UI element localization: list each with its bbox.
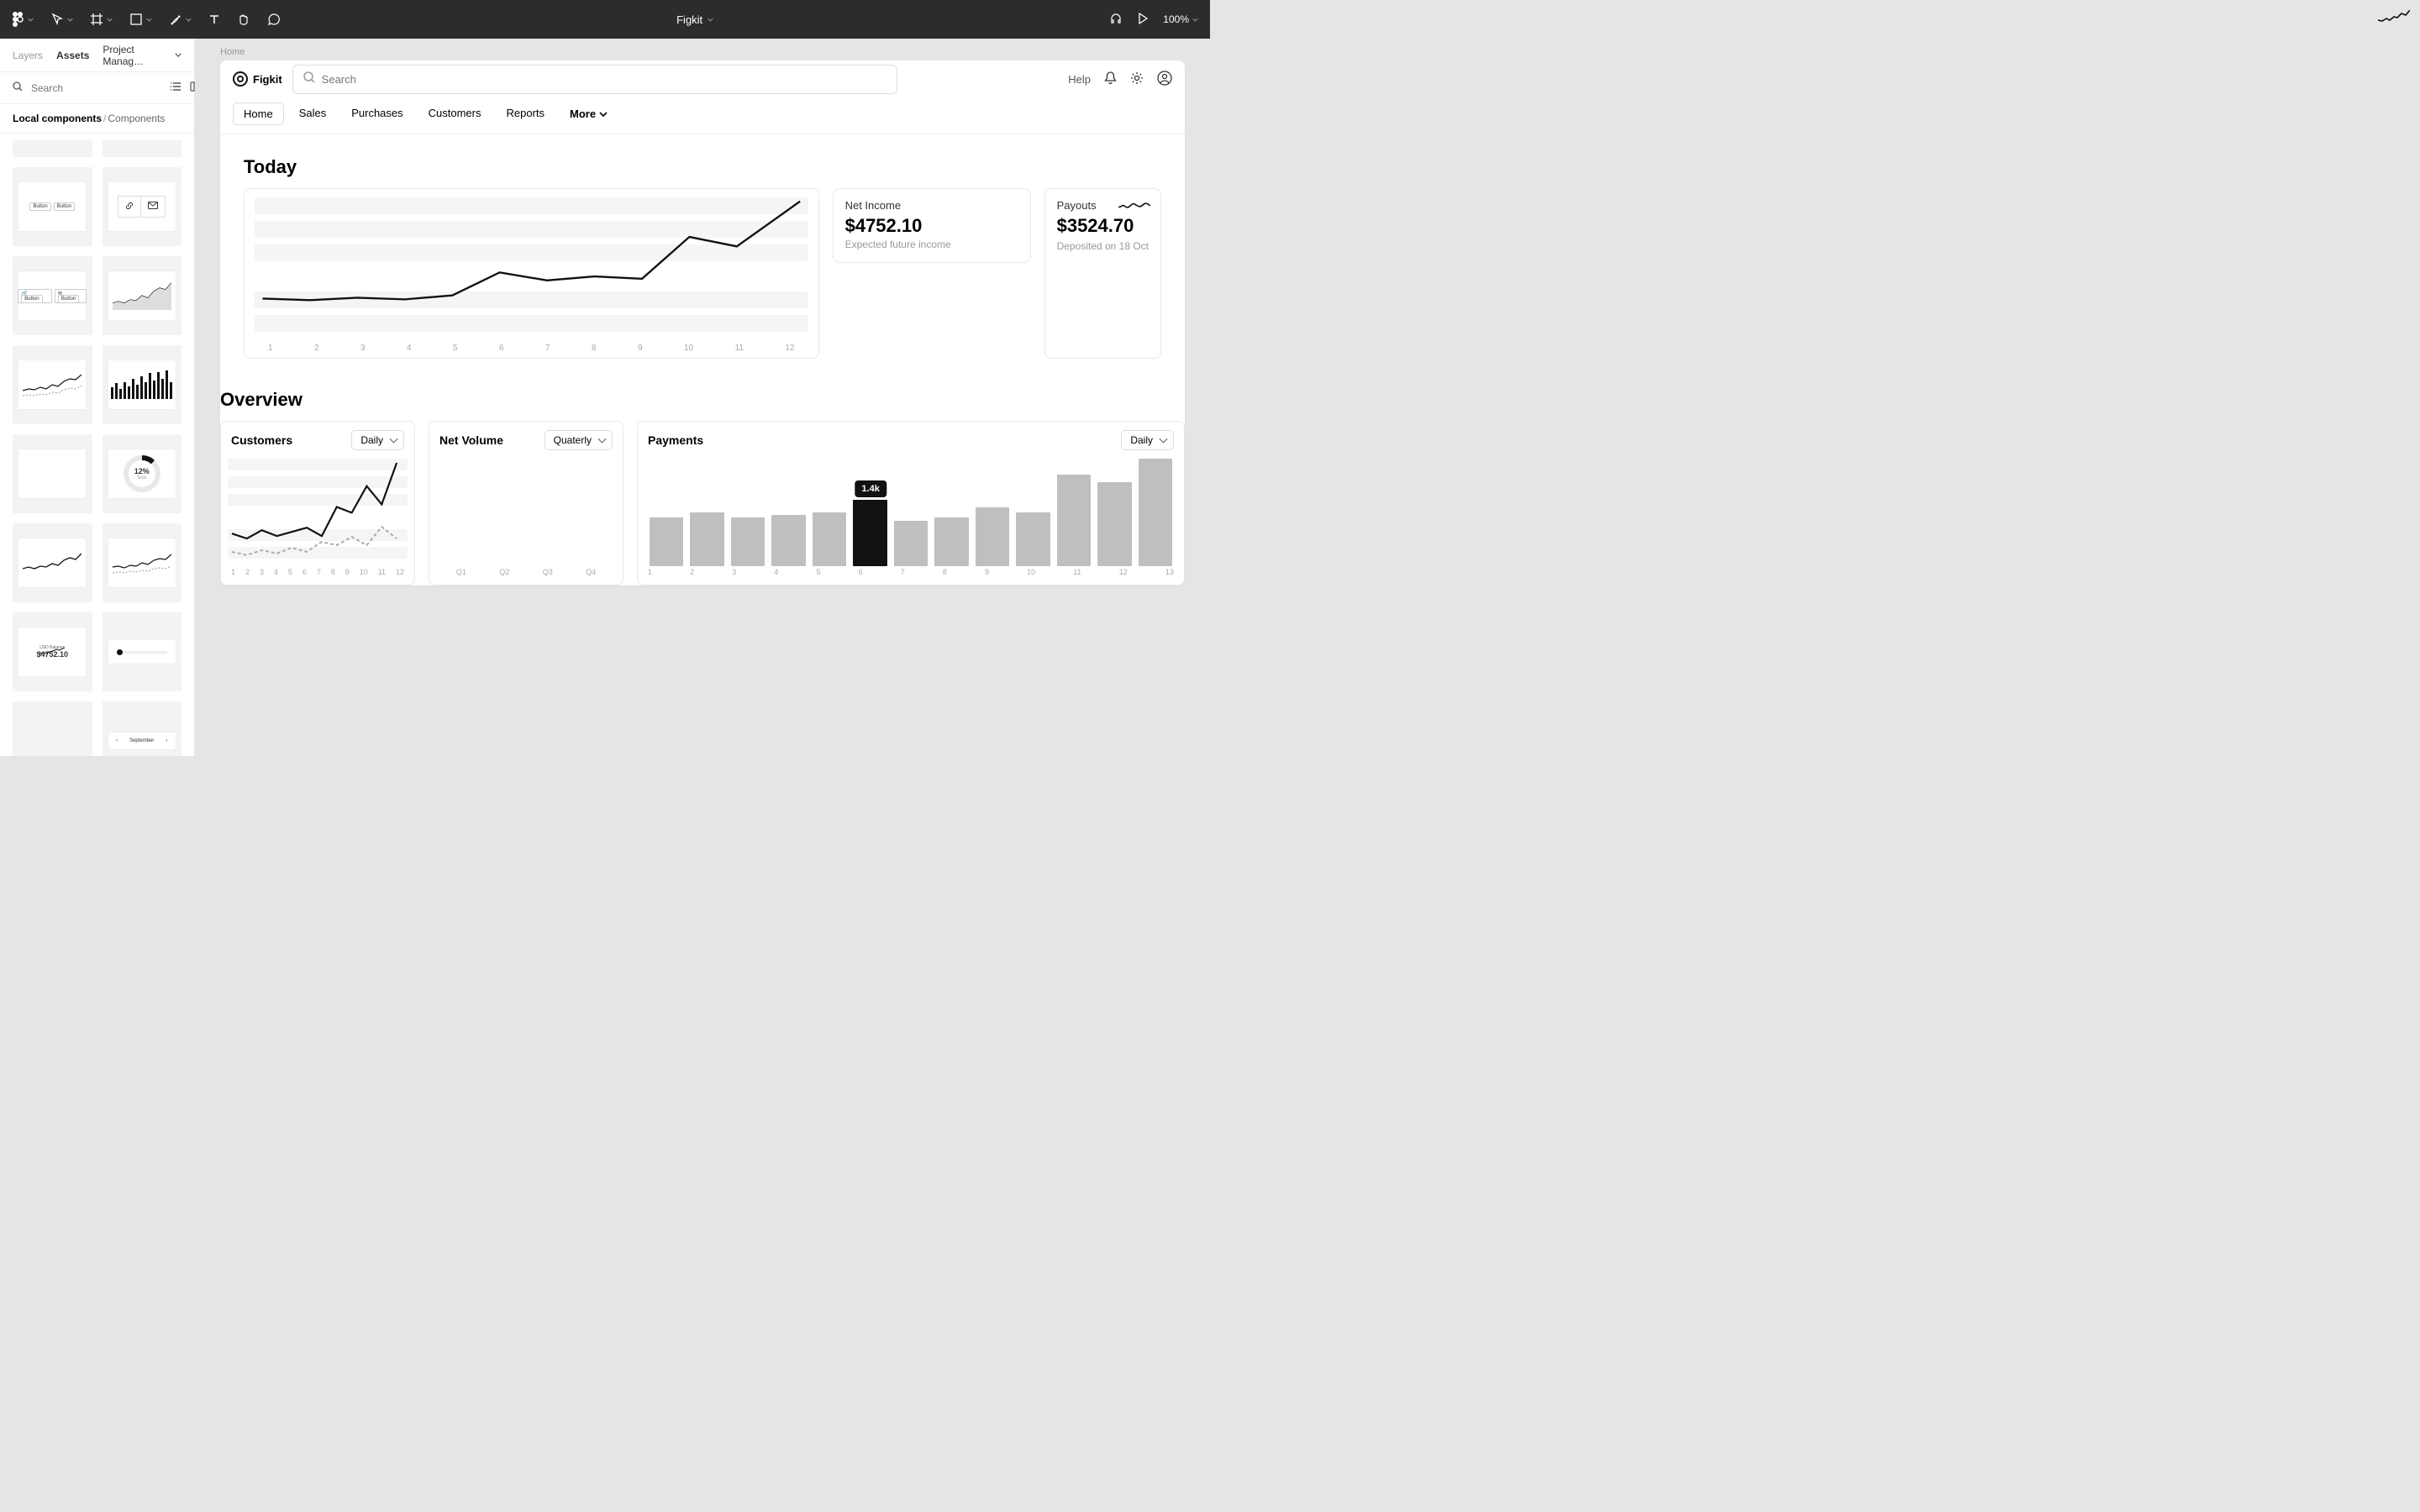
figma-menu[interactable] — [12, 11, 34, 28]
asset-card[interactable]: ButtonButton — [13, 167, 92, 246]
frame-tool[interactable] — [90, 13, 113, 26]
tab-assets[interactable]: Assets — [56, 50, 89, 61]
frame-label[interactable]: Home — [220, 47, 1185, 57]
section-today-title: Today — [244, 156, 1161, 178]
asset-card[interactable] — [103, 523, 182, 602]
tab-project[interactable]: Project Manag… — [103, 44, 182, 67]
dashboard-nav: Home Sales Purchases Customers Reports M… — [220, 97, 1185, 134]
search-icon — [13, 81, 23, 96]
zoom-level[interactable]: 100% — [1163, 13, 1198, 25]
tab-layers[interactable]: Layers — [13, 50, 43, 61]
today-chart: 123456789101112 — [244, 188, 819, 359]
dashboard-search[interactable] — [292, 65, 897, 94]
pen-tool[interactable] — [169, 13, 192, 26]
nav-sales[interactable]: Sales — [289, 102, 337, 125]
link-icon — [118, 196, 141, 218]
asset-grid: ButtonButton 🔗 Button✉ Button 12%Goal US… — [0, 134, 194, 756]
figma-toolbar: Figkit 100% — [0, 0, 1210, 39]
help-link[interactable]: Help — [1068, 73, 1091, 86]
today-chart-axis: 123456789101112 — [255, 340, 808, 353]
asset-card[interactable] — [103, 256, 182, 335]
play-icon[interactable] — [1138, 13, 1148, 27]
comment-tool[interactable] — [267, 13, 281, 26]
asset-card[interactable] — [103, 140, 182, 157]
avatar-icon[interactable] — [1157, 71, 1172, 88]
card-net-income: Net Income $4752.10 Expected future inco… — [833, 188, 1031, 263]
asset-card[interactable]: 🔗 Button✉ Button — [13, 256, 92, 335]
dashboard-search-input[interactable] — [322, 73, 886, 86]
asset-card[interactable] — [13, 434, 92, 513]
nav-reports[interactable]: Reports — [497, 102, 555, 125]
sparkline-icon — [1118, 199, 1150, 213]
move-tool[interactable] — [50, 13, 73, 26]
select-customers-period[interactable]: Daily — [351, 430, 404, 450]
list-view-icon[interactable] — [170, 81, 182, 96]
dashboard-frame: Figkit Help Home Sales Purchases Custome… — [220, 60, 1185, 585]
asset-card[interactable] — [13, 345, 92, 424]
card-customers: CustomersDaily 123456789101112 — [220, 421, 415, 585]
hand-tool[interactable] — [237, 13, 250, 26]
document-title[interactable]: Figkit — [281, 13, 1109, 26]
payments-tooltip: 1.4k — [855, 480, 886, 497]
asset-card[interactable]: ‹September› — [103, 701, 182, 756]
text-tool[interactable] — [208, 13, 220, 25]
nav-home[interactable]: Home — [233, 102, 284, 125]
card-payments: PaymentsDaily 1.4k 12345678910111213 — [637, 421, 1185, 585]
asset-card[interactable]: USD Balance$4752.10 — [13, 612, 92, 691]
figma-left-panel: Layers Assets Project Manag… Local compo… — [0, 39, 195, 756]
card-payouts: Payouts $3524.70 Deposited on 18 Oct — [1044, 188, 1161, 359]
bell-icon[interactable] — [1104, 71, 1117, 87]
headphones-icon[interactable] — [1109, 12, 1123, 28]
select-netvolume-period[interactable]: Quaterly — [544, 430, 613, 450]
nav-customers[interactable]: Customers — [418, 102, 492, 125]
asset-card[interactable] — [13, 523, 92, 602]
asset-card[interactable] — [13, 701, 92, 756]
asset-card[interactable] — [13, 140, 92, 157]
card-net-volume: Net VolumeQuaterly Q1Q2Q3Q4 — [429, 421, 623, 585]
shape-tool[interactable] — [129, 13, 152, 26]
asset-card[interactable] — [103, 167, 182, 246]
asset-card[interactable] — [103, 612, 182, 691]
search-icon — [303, 71, 315, 87]
nav-purchases[interactable]: Purchases — [341, 102, 413, 125]
asset-search-input[interactable] — [31, 82, 161, 94]
asset-breadcrumb[interactable]: Local components/Components — [0, 104, 194, 134]
brand-logo-icon — [233, 71, 248, 87]
mail-icon — [141, 196, 166, 218]
gear-icon[interactable] — [1130, 71, 1144, 87]
nav-more[interactable]: More — [560, 102, 618, 125]
asset-card[interactable] — [103, 345, 182, 424]
select-payments-period[interactable]: Daily — [1121, 430, 1174, 450]
asset-card[interactable]: 12%Goal — [103, 434, 182, 513]
brand: Figkit — [233, 71, 282, 87]
section-overview-title: Overview — [220, 389, 1185, 411]
figma-canvas[interactable]: Home Figkit Help Home Sales Purchases — [195, 39, 1210, 756]
